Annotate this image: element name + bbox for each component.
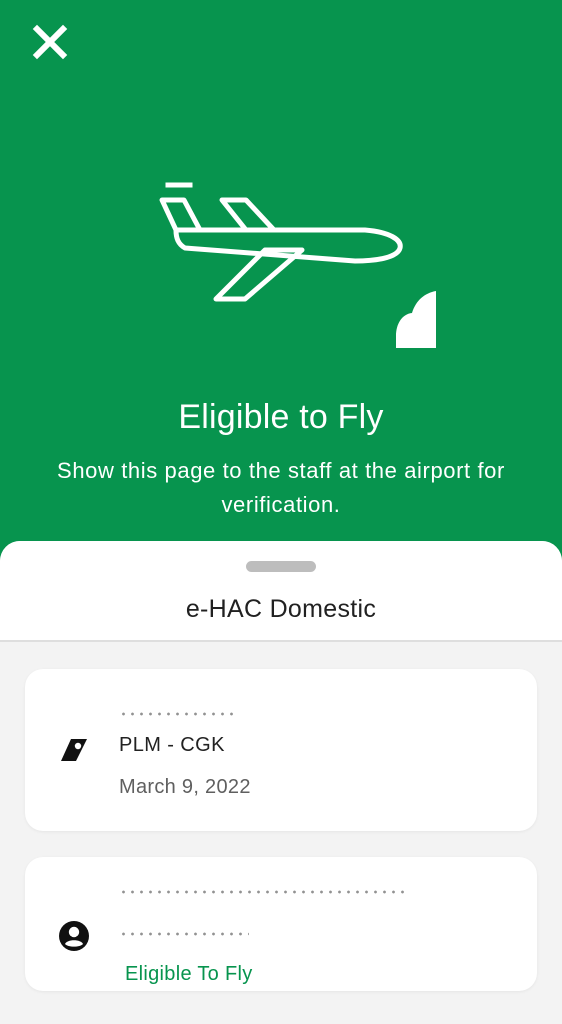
close-button[interactable]	[28, 20, 72, 64]
redacted-flight-info	[119, 707, 239, 721]
redacted-passenger-id	[119, 927, 249, 941]
passenger-card[interactable]: Eligible To Fly	[25, 857, 537, 991]
redacted-passenger-name	[119, 885, 409, 899]
sheet-title: e-HAC Domestic	[185, 595, 377, 623]
sheet-header: e-HAC Domestic	[0, 541, 562, 642]
flight-date: March 9, 2022	[119, 776, 251, 798]
airplane-tail-icon	[57, 733, 91, 767]
eligibility-title: Eligible to Fly	[178, 398, 384, 436]
airplane-illustration-icon	[159, 182, 436, 348]
account-circle-icon	[57, 919, 91, 953]
flight-card[interactable]: PLM - CGK March 9, 2022	[25, 669, 537, 831]
close-icon	[32, 24, 68, 60]
instruction-text: Show this page to the staff at the airpo…	[57, 458, 505, 517]
status-header: Eligible to Fly Show this page to the st…	[0, 0, 562, 580]
flight-route: PLM - CGK	[119, 734, 225, 756]
passenger-eligibility-status: Eligible To Fly	[125, 963, 253, 985]
bottom-sheet: e-HAC Domestic PLM - CGK March 9, 2022 E…	[0, 541, 562, 1024]
drag-handle[interactable]	[246, 561, 316, 572]
